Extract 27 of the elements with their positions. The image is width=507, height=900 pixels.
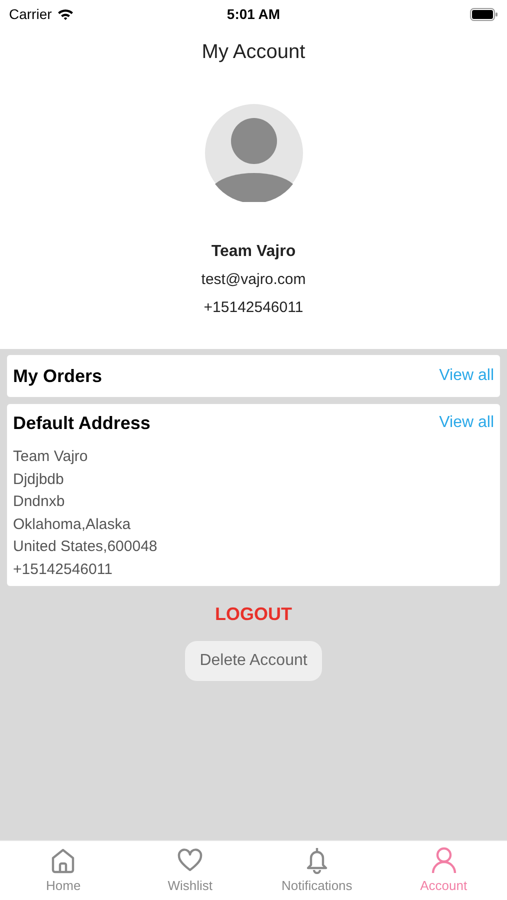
carrier-label: Carrier [9, 4, 52, 24]
profile-name: Team Vajro [211, 242, 296, 262]
view-all-link[interactable]: View all [439, 411, 494, 435]
heart-icon [176, 846, 204, 874]
view-all-link[interactable]: View all [439, 364, 494, 388]
card-title: My Orders [13, 364, 102, 388]
tab-button[interactable]: Notifications [254, 841, 380, 900]
address-line: Dndnxb [13, 492, 66, 512]
wifi-icon [56, 8, 74, 20]
avatar-icon [204, 104, 302, 202]
address-line: United States,600048 [13, 537, 158, 557]
address-line: Djdjbdb [13, 470, 65, 490]
tab-button[interactable]: Wishlist [126, 841, 254, 900]
clock-time: 5:01 AM [226, 4, 280, 24]
card-title: Default Address [13, 412, 150, 434]
profile-email: test@vajro.com [201, 270, 306, 290]
tab-button[interactable]: Account [380, 841, 507, 900]
logout-button[interactable]: LOGOUT [215, 601, 292, 628]
page-title: My Account [202, 40, 306, 65]
tab-button[interactable]: Home [0, 841, 127, 900]
address-line: Oklahoma,Alaska [13, 514, 132, 534]
address-line: Team Vajro [13, 447, 89, 467]
delete-account-button[interactable]: Delete Account [184, 641, 322, 681]
battery-icon [470, 8, 498, 20]
profile-phone: +15142546011 [204, 298, 304, 318]
user-icon [430, 846, 458, 874]
address-line: +15142546011 [13, 560, 114, 580]
